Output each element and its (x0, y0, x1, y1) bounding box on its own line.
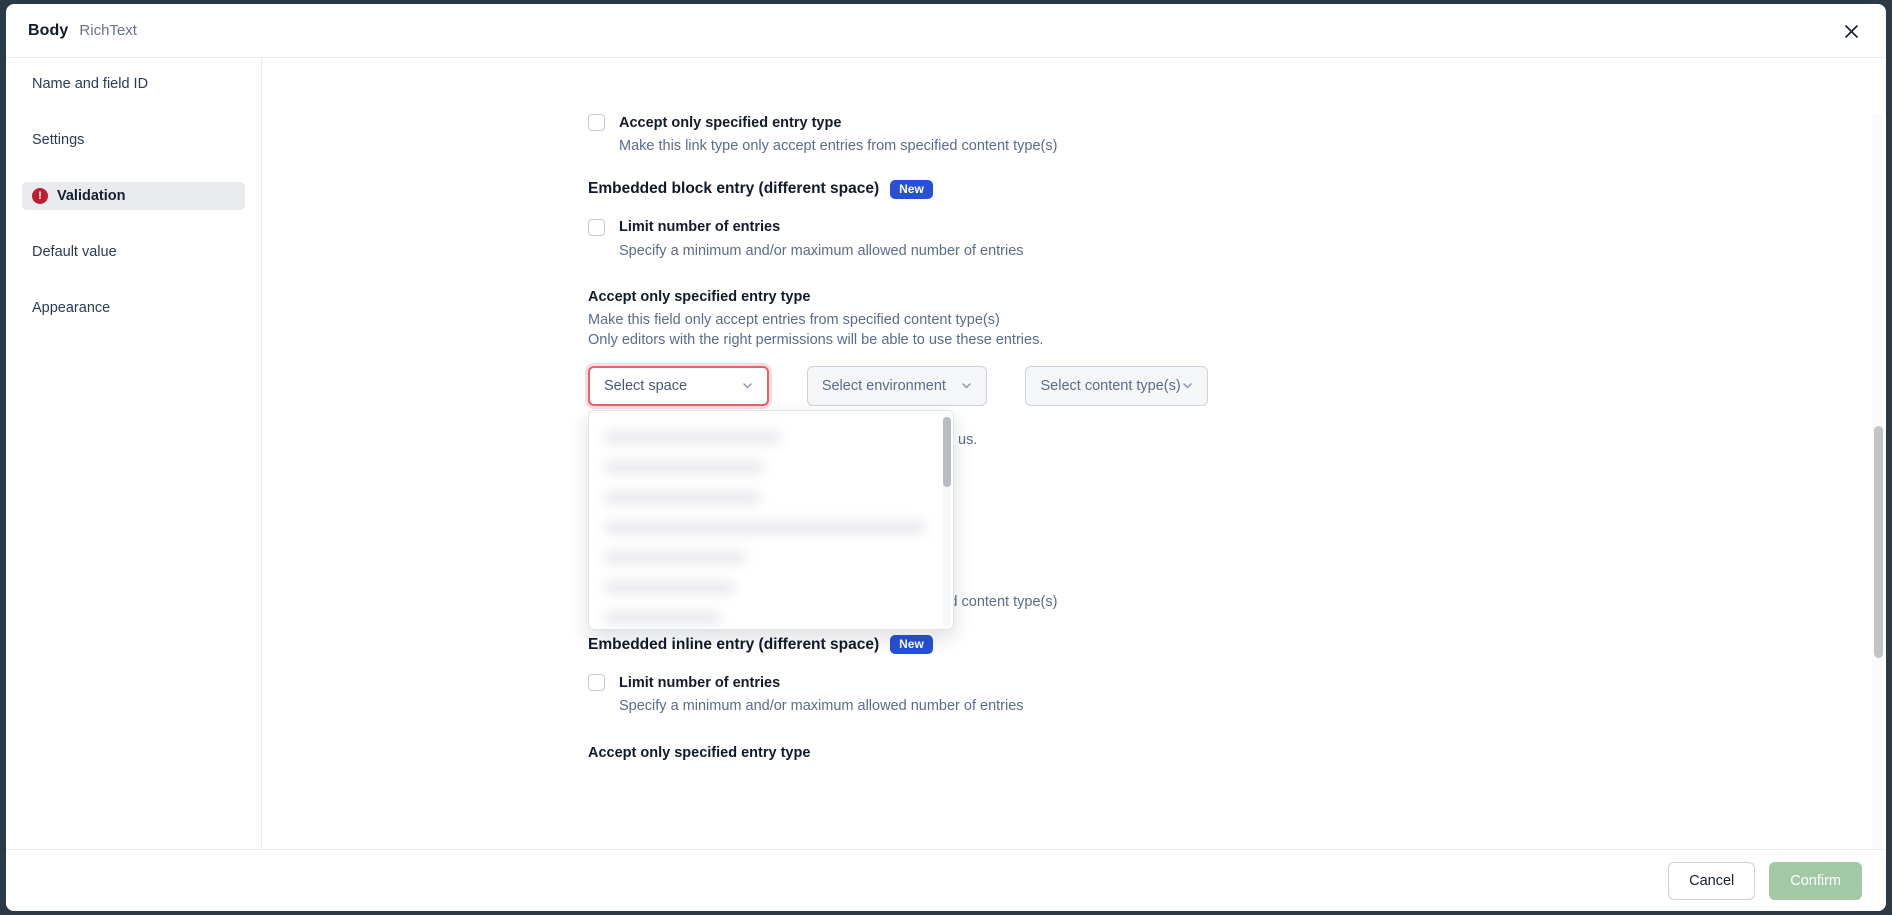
space-environment-contenttype-selects: Select space Select environment Select c… (588, 365, 1209, 630)
settings-sidebar: Name and field ID Settings ! Validation … (6, 58, 262, 904)
chevron-down-icon (741, 379, 754, 392)
dropdown-scrollbar-thumb[interactable] (943, 416, 951, 487)
redacted-option-text (605, 522, 925, 534)
page-scrollbar-thumb[interactable] (1874, 426, 1883, 658)
accept-entry-type-help-top: Make this link type only accept entries … (619, 138, 1058, 154)
modal-body: Name and field ID Settings ! Validation … (6, 58, 1886, 904)
chevron-down-icon (960, 379, 973, 392)
sidebar-item-label: Validation (57, 188, 126, 204)
accept-entry-type-help-line1-block: Make this field only accept entries from… (588, 312, 1000, 329)
accept-entry-type-help-line2-block: Only editors with the right permissions … (588, 332, 1044, 349)
redacted-option-text (605, 492, 760, 504)
close-icon[interactable] (1834, 14, 1868, 48)
list-item[interactable] (589, 483, 953, 513)
accept-entry-type-title-block: Accept only specified entry type (588, 289, 811, 306)
list-item[interactable] (589, 423, 953, 453)
select-space[interactable]: Select space (588, 365, 769, 406)
field-settings-modal: Body RichText Name and field ID Settings… (6, 4, 1886, 911)
embedded-block-entry-section-header: Embedded block entry (different space) N… (588, 179, 1208, 199)
accept-entry-type-label-top: Accept only specified entry type (619, 114, 842, 131)
accept-entry-type-row-top: Accept only specified entry type (588, 114, 1208, 131)
list-item[interactable] (589, 573, 953, 603)
list-item[interactable] (589, 543, 953, 573)
sidebar-item-label: Default value (32, 244, 117, 260)
limit-entries-row-inline: Limit number of entries (588, 674, 1208, 692)
select-environment-value: Select environment (821, 377, 946, 394)
sidebar-item-label: Settings (32, 132, 85, 148)
new-badge-block: New (890, 179, 933, 199)
accept-entry-type-title-inline: Accept only specified entry type (588, 745, 811, 762)
redacted-option-text (605, 432, 780, 444)
confirm-button[interactable]: Confirm (1769, 861, 1862, 900)
error-exclamation-icon: ! (32, 188, 48, 204)
space-dropdown-menu[interactable] (588, 409, 954, 630)
modal-header: Body RichText (6, 4, 1886, 58)
select-content-types[interactable]: Select content type(s) (1025, 365, 1209, 406)
limit-entries-label-block: Limit number of entries (619, 219, 781, 236)
list-item[interactable] (589, 603, 953, 629)
chevron-down-icon (1181, 379, 1194, 392)
redacted-option-text (605, 582, 735, 594)
sidebar-item-label: Appearance (32, 300, 111, 316)
embedded-inline-entry-section-header: Embedded inline entry (different space) … (588, 635, 1208, 655)
obscured-help-text-fragment: us. (958, 431, 978, 448)
select-content-types-value: Select content type(s) (1040, 377, 1181, 394)
list-item[interactable] (589, 513, 953, 543)
limit-entries-row-block: Limit number of entries (588, 218, 1208, 236)
field-type-label: RichText (79, 22, 137, 39)
embedded-inline-entry-title: Embedded inline entry (different space) (588, 635, 880, 653)
limit-entries-label-inline: Limit number of entries (619, 674, 781, 691)
sidebar-item-default-value[interactable]: Default value (22, 238, 245, 266)
redacted-option-text (605, 462, 763, 474)
accept-entry-type-checkbox-top[interactable] (588, 114, 605, 131)
sidebar-item-name-and-field-id[interactable]: Name and field ID (22, 70, 245, 98)
cancel-button[interactable]: Cancel (1668, 861, 1756, 900)
sidebar-item-settings[interactable]: Settings (22, 126, 245, 154)
modal-footer: Cancel Confirm (6, 849, 1886, 911)
sidebar-item-validation[interactable]: ! Validation (22, 182, 245, 210)
redacted-option-text (605, 612, 720, 624)
select-space-value: Select space (604, 377, 688, 394)
sidebar-item-appearance[interactable]: Appearance (22, 294, 245, 322)
validation-content-column: Accept only specified entry type Make th… (588, 58, 1209, 762)
page-title: Body (28, 21, 69, 39)
limit-entries-help-block: Specify a minimum and/or maximum allowed… (619, 242, 1024, 259)
validation-panel: Accept only specified entry type Make th… (262, 58, 1886, 904)
limit-entries-checkbox-inline[interactable] (588, 674, 605, 692)
select-environment[interactable]: Select environment (806, 365, 988, 406)
sidebar-item-label: Name and field ID (32, 76, 149, 92)
embedded-block-entry-title: Embedded block entry (different space) (588, 180, 880, 198)
limit-entries-help-inline: Specify a minimum and/or maximum allowed… (619, 698, 1024, 715)
new-badge-inline: New (890, 635, 933, 655)
space-dropdown-options (589, 411, 953, 629)
redacted-option-text (605, 552, 745, 564)
list-item[interactable] (589, 453, 953, 483)
limit-entries-checkbox-block[interactable] (588, 218, 605, 236)
